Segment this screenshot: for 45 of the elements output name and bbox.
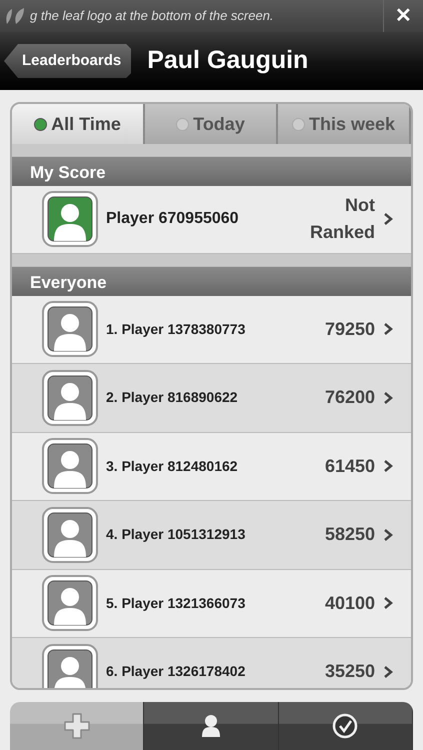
avatar-icon [42,301,98,358]
avatar-icon [42,644,98,688]
score: 76200 [324,386,375,410]
score: 79250 [324,318,375,341]
player-name: 5. Player 1321366073 [106,594,246,613]
back-button[interactable]: Leaderboards [4,44,132,78]
tab-bar-button[interactable] [144,702,279,750]
tab[interactable]: Today [145,104,278,144]
person-icon [200,714,222,738]
chevron-icon [383,664,393,679]
score: 40100 [324,592,375,615]
avatar-icon [42,506,98,563]
avatar-icon [42,191,98,248]
tab[interactable]: This week [278,104,411,144]
score: 58250 [324,523,375,546]
chevron-icon [383,212,393,226]
player-name: 2. Player 816890622 [106,388,239,408]
chevron-icon [383,528,393,542]
chevron-icon [383,459,393,474]
banner-text: g the leaf logo at the bottom of the screen. [30,7,275,26]
player-name: 4. Player 1051312913 [106,525,246,544]
score: 35250 [324,660,375,684]
chevron-icon [383,322,393,336]
section-header: Everyone [12,254,411,296]
chevron-icon [383,390,393,405]
player-name: Player 670955060 [106,209,240,230]
chevron-icon [383,596,393,610]
player-name: 1. Player 1378380773 [106,320,246,339]
score: 61450 [324,454,375,478]
player-name: 6. Player 1326178402 [106,662,246,682]
leaderboard-row[interactable]: 1. Player 1378380773 79250 [12,296,411,364]
page-title: Paul Gauguin [147,45,308,76]
avatar-icon [42,438,98,494]
leaderboard-row[interactable]: 3. Player 812480162 61450 [12,432,411,501]
leaderboard-row[interactable]: 4. Player 1051312913 58250 [12,501,411,570]
tab-bar-button[interactable] [278,702,413,750]
leaderboard-row[interactable]: 2. Player 816890622 76200 [12,364,411,432]
avatar-icon [42,575,98,632]
leaderboard-row[interactable]: 6. Player 1326178402 35250 [12,638,411,688]
leaderboard-row[interactable]: 5. Player 1321366073 40100 [12,570,411,638]
player-name: 3. Player 812480162 [106,456,239,476]
section-header: My Score [12,144,411,186]
avatar-icon [42,370,98,426]
score: Not Ranked [308,194,375,244]
tab[interactable]: All Time [12,104,145,144]
